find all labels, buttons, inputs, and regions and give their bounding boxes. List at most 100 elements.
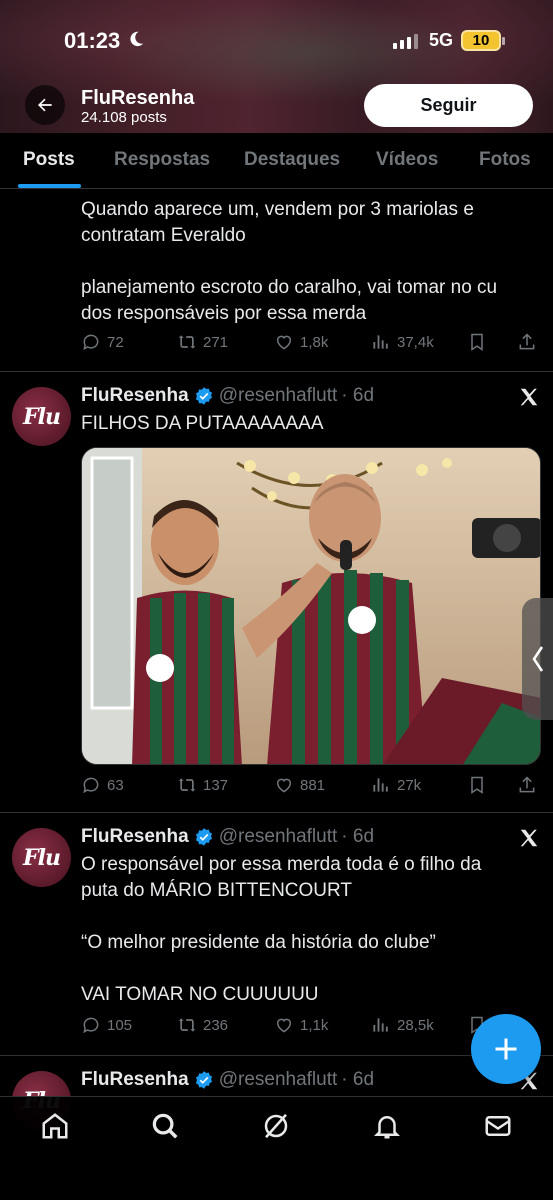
like-button[interactable]: 1,8k bbox=[274, 332, 328, 352]
views-icon bbox=[373, 335, 388, 349]
mail-icon[interactable] bbox=[483, 1111, 513, 1141]
tab-posts[interactable]: Posts bbox=[23, 149, 75, 171]
reply-button[interactable]: 72 bbox=[81, 332, 124, 352]
like-button[interactable]: 881 bbox=[274, 775, 325, 795]
avatar[interactable]: Flu bbox=[12, 387, 71, 446]
tab-videos[interactable]: Vídeos bbox=[376, 149, 438, 171]
like-count: 1,1k bbox=[300, 1016, 329, 1034]
post-time: · 6d bbox=[341, 385, 375, 406]
back-button[interactable] bbox=[25, 85, 65, 125]
author-handle[interactable]: @resenhaflutt bbox=[219, 826, 338, 848]
follow-button[interactable]: Seguir bbox=[364, 84, 533, 127]
network-type: 5G bbox=[429, 30, 454, 50]
bell-icon[interactable] bbox=[372, 1111, 402, 1141]
x-logo-icon[interactable] bbox=[518, 827, 540, 849]
views-icon bbox=[373, 1018, 388, 1032]
compose-button[interactable] bbox=[471, 1014, 541, 1084]
post-actions: 72 271 1,8k 37,4k bbox=[81, 332, 541, 356]
verified-badge-icon bbox=[195, 1071, 212, 1089]
post-line: Quando aparece um, vendem por 3 mariolas… bbox=[81, 199, 474, 220]
x-logo-icon[interactable] bbox=[518, 386, 540, 408]
chevron-left-icon bbox=[531, 646, 543, 672]
repost-count: 137 bbox=[203, 776, 229, 794]
post[interactable]: Flu FluResenha @resenhaflutt · 6d FILHOS… bbox=[0, 373, 553, 813]
reply-count: 105 bbox=[107, 1016, 133, 1034]
bookmark-icon bbox=[471, 776, 483, 794]
back-arrow-icon bbox=[38, 98, 52, 112]
post-header: FluResenha @resenhaflutt · 6d bbox=[81, 1069, 374, 1091]
bookmark-icon bbox=[471, 333, 483, 351]
views-count: 28,5k bbox=[397, 1016, 434, 1034]
post-line: “O melhor presidente da história do club… bbox=[81, 932, 436, 953]
author-name[interactable]: FluResenha bbox=[81, 385, 189, 407]
reply-count: 72 bbox=[107, 333, 124, 351]
post-line: O responsável por essa merda toda é o fi… bbox=[81, 854, 482, 875]
author-name[interactable]: FluResenha bbox=[81, 826, 189, 848]
plus-icon bbox=[495, 1038, 517, 1060]
author-name[interactable]: FluResenha bbox=[81, 1069, 189, 1091]
post-line: contratam Everaldo bbox=[81, 225, 246, 246]
like-count: 881 bbox=[300, 776, 326, 794]
post-header: FluResenha @resenhaflutt · 6d bbox=[81, 826, 374, 848]
views-button[interactable]: 37,4k bbox=[371, 332, 434, 352]
tab-fotos[interactable]: Fotos bbox=[479, 149, 531, 171]
status-time: 01:23 bbox=[64, 28, 121, 53]
repost-icon bbox=[178, 778, 196, 792]
reply-icon bbox=[83, 334, 99, 351]
profile-tabs: Posts Respostas Destaques Vídeos Fotos bbox=[0, 133, 553, 189]
bookmark-button[interactable] bbox=[467, 775, 487, 795]
author-handle[interactable]: @resenhaflutt bbox=[219, 385, 338, 407]
bottom-navigation bbox=[0, 1096, 553, 1200]
reply-icon bbox=[83, 777, 99, 794]
verified-badge-icon bbox=[195, 828, 212, 846]
post-actions: 105 236 1,1k 28,5k bbox=[81, 1015, 541, 1039]
side-panel-handle[interactable] bbox=[522, 598, 553, 720]
post-line bbox=[81, 904, 541, 930]
post-line bbox=[81, 249, 541, 275]
tab-destaques[interactable]: Destaques bbox=[244, 149, 340, 171]
search-icon[interactable] bbox=[150, 1111, 180, 1141]
share-button[interactable] bbox=[517, 332, 537, 352]
post-actions: 63 137 881 27k bbox=[81, 775, 541, 799]
views-count: 37,4k bbox=[397, 333, 434, 351]
share-button[interactable] bbox=[517, 775, 537, 795]
post-image[interactable] bbox=[81, 447, 541, 765]
views-button[interactable]: 28,5k bbox=[371, 1015, 434, 1035]
post-text: FILHOS DA PUTAAAAAAAA bbox=[81, 411, 541, 437]
repost-icon bbox=[178, 335, 196, 349]
avatar-logo: Flu bbox=[23, 403, 61, 430]
author-handle[interactable]: @resenhaflutt bbox=[219, 1069, 338, 1091]
repost-count: 271 bbox=[203, 333, 229, 351]
battery-icon: 10 bbox=[461, 30, 505, 51]
post-line bbox=[81, 956, 541, 982]
active-tab-indicator bbox=[18, 184, 81, 188]
reply-button[interactable]: 105 bbox=[81, 1015, 132, 1035]
share-icon bbox=[519, 776, 535, 793]
post-line: dos responsáveis por essa merda bbox=[81, 303, 367, 324]
profile-post-count: 24.108 posts bbox=[81, 109, 167, 126]
repost-button[interactable]: 137 bbox=[177, 775, 228, 795]
views-count: 27k bbox=[397, 776, 422, 794]
views-button[interactable]: 27k bbox=[371, 775, 421, 795]
status-bar: 01:23 5G 10 bbox=[0, 0, 553, 80]
home-icon[interactable] bbox=[40, 1111, 70, 1141]
profile-name: FluResenha bbox=[81, 87, 195, 109]
post[interactable]: Quando aparece um, vendem por 3 mariolas… bbox=[0, 190, 553, 372]
reply-icon bbox=[83, 1017, 99, 1034]
repost-icon bbox=[178, 1018, 196, 1032]
share-icon bbox=[519, 333, 535, 350]
like-icon bbox=[277, 778, 291, 793]
like-icon bbox=[277, 335, 291, 350]
grok-icon[interactable] bbox=[261, 1111, 291, 1141]
verified-badge-icon bbox=[195, 387, 212, 405]
avatar[interactable]: Flu bbox=[12, 828, 71, 887]
bookmark-button[interactable] bbox=[467, 332, 487, 352]
reply-button[interactable]: 63 bbox=[81, 775, 124, 795]
repost-button[interactable]: 236 bbox=[177, 1015, 228, 1035]
like-button[interactable]: 1,1k bbox=[274, 1015, 328, 1035]
moon-icon bbox=[130, 31, 144, 47]
tab-respostas[interactable]: Respostas bbox=[114, 149, 210, 171]
post-time: · 6d bbox=[341, 826, 375, 847]
repost-button[interactable]: 271 bbox=[177, 332, 228, 352]
like-icon bbox=[277, 1018, 291, 1033]
